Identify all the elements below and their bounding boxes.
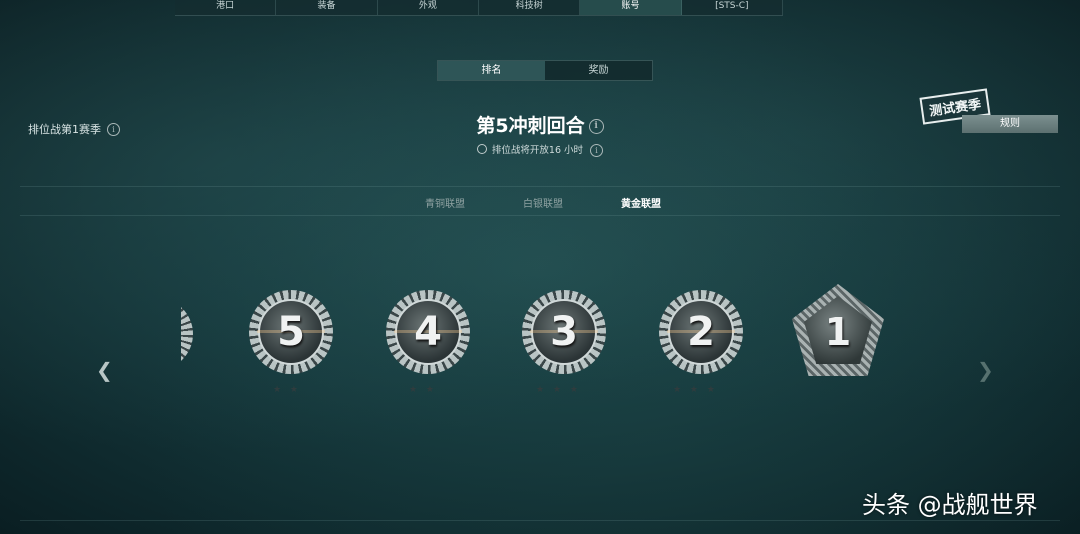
rank-number: 1 bbox=[824, 310, 852, 354]
tab-clan[interactable]: [STS-C] bbox=[682, 0, 783, 15]
rank-badge-partial bbox=[181, 298, 197, 366]
rank-badge-4[interactable]: 4 bbox=[386, 290, 470, 374]
tab-appearance[interactable]: 外观 bbox=[378, 0, 479, 15]
tab-ranking[interactable]: 排名 bbox=[438, 61, 545, 80]
rank-badge-2[interactable]: 2 bbox=[659, 290, 743, 374]
clock-icon bbox=[476, 144, 487, 154]
rank-badge-1[interactable]: 1 bbox=[792, 284, 884, 376]
rank-stars: ★ ★ bbox=[273, 385, 301, 395]
tab-gold-league[interactable]: 黄金联盟 bbox=[621, 195, 661, 210]
round-title: 第5冲刺回合 bbox=[476, 115, 585, 137]
rank-number: 2 bbox=[687, 309, 715, 355]
divider bbox=[20, 520, 1060, 521]
rules-button[interactable]: 规则 bbox=[962, 115, 1058, 133]
rank-number: 5 bbox=[277, 309, 305, 355]
watermark: 头条 @战舰世界 bbox=[862, 491, 1038, 519]
info-icon[interactable]: i bbox=[588, 119, 604, 134]
tab-tech-tree[interactable]: 科技树 bbox=[479, 0, 581, 15]
rank-number: 3 bbox=[550, 309, 578, 355]
chevron-right-icon[interactable]: ❯ bbox=[977, 358, 994, 382]
timer: 排位战将开放16 小时 i bbox=[0, 142, 1080, 157]
rank-badge-3[interactable]: 3 bbox=[522, 290, 606, 374]
timer-text: 排位战将开放16 小时 bbox=[491, 145, 584, 156]
top-navigation: 港口 装备 外观 科技树 账号 [STS-C] bbox=[175, 0, 783, 16]
tab-equipment[interactable]: 装备 bbox=[276, 0, 378, 15]
league-tabs: 青铜联盟 白银联盟 黄金联盟 bbox=[20, 186, 1060, 216]
rank-stars: ★ ★ ★ bbox=[536, 385, 581, 395]
rank-stars: ★ ★ ★ bbox=[673, 385, 718, 395]
rank-number: 4 bbox=[414, 309, 442, 355]
info-icon[interactable]: i bbox=[590, 144, 604, 157]
tab-rewards[interactable]: 奖励 bbox=[545, 61, 652, 80]
sub-tabs: 排名 奖励 bbox=[437, 60, 653, 81]
chevron-left-icon[interactable]: ❮ bbox=[96, 358, 113, 382]
tab-port[interactable]: 港口 bbox=[175, 0, 277, 15]
rank-badge-5[interactable]: 5 bbox=[249, 290, 333, 374]
rank-stars: ★ ★ bbox=[409, 385, 437, 395]
tab-silver-league[interactable]: 白银联盟 bbox=[523, 195, 563, 210]
tab-account[interactable]: 账号 bbox=[580, 0, 682, 15]
tab-bronze-league[interactable]: 青铜联盟 bbox=[425, 195, 465, 210]
page-title: 第5冲刺回合 i bbox=[0, 111, 1080, 138]
